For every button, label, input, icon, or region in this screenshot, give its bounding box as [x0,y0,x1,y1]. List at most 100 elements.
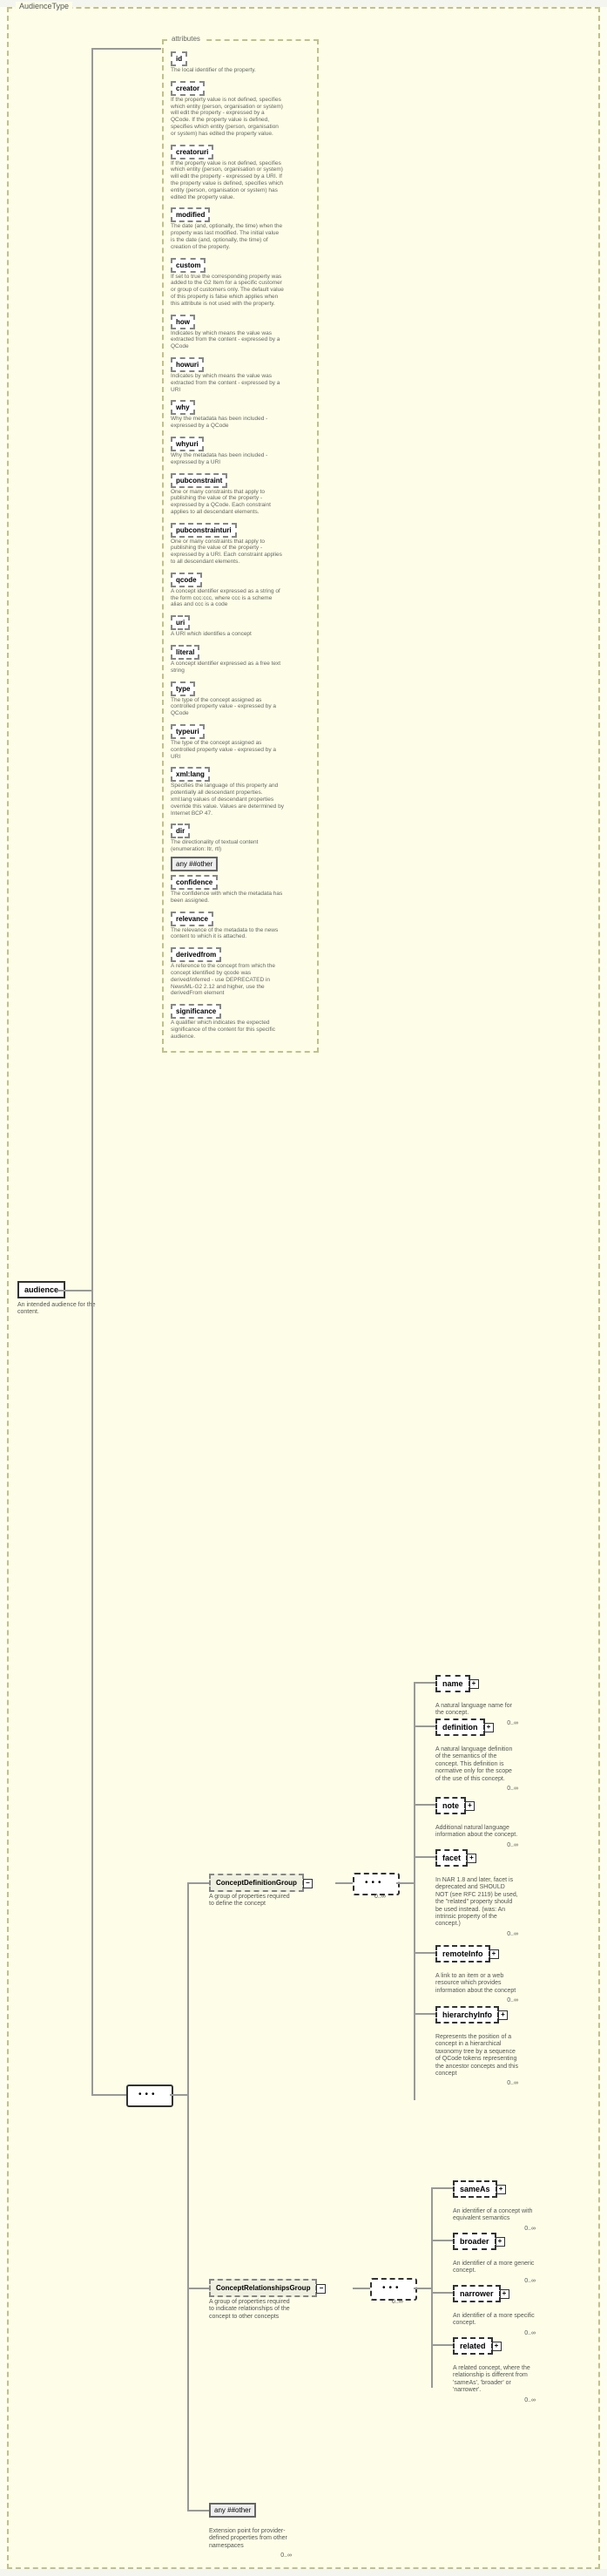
attr-howuri: howuri [171,357,204,372]
attr-desc: A URI which identifies a concept [171,631,284,638]
element-remoteInfo: remoteInfo+ [435,1945,490,1963]
plus-icon[interactable]: + [484,1723,494,1732]
attr-how: how [171,315,195,329]
plus-icon[interactable]: + [489,1949,499,1959]
sequence-indicator [353,1873,400,1895]
element-desc: Represents the position of a concept in … [435,2034,518,2078]
connector [91,48,93,2096]
attr-desc: One or many constraints that apply to pu… [171,539,284,566]
minus-icon[interactable]: − [303,1879,313,1888]
type-name: AudienceType [16,2,72,10]
plus-icon[interactable]: + [498,2010,508,2020]
attr-custom: custom [171,258,206,273]
connector [414,1856,435,1858]
child-hierarchyInfo: hierarchyInfo+0..∞Represents the positio… [435,2006,518,2078]
attr-dir: dir [171,824,190,838]
connector [353,2288,370,2289]
occurrence: 0..∞ [524,2278,536,2284]
occurrence: 0..∞ [507,1786,518,1792]
occurrence: 0..∞ [280,2552,292,2559]
attr-desc: A qualifier which indicates the expected… [171,1020,284,1040]
attr-desc: The relevance of the metadata to the new… [171,927,284,941]
child-definition: definition+0..∞A natural language defini… [435,1718,518,1783]
group-desc: A group of properties required to indica… [209,2299,292,2321]
connector [187,1882,209,1884]
concept-definition-group: ConceptDefinitionGroup− A group of prope… [209,1874,304,1908]
connector [335,1882,353,1884]
occurrence: 0..∞ [524,2397,536,2403]
connector [187,2510,209,2512]
element-facet: facet+ [435,1849,468,1867]
child-note: note+0..∞Additional natural language inf… [435,1797,518,1840]
attr-creatoruri: creatoruri [171,145,213,159]
plus-icon[interactable]: + [496,2237,505,2247]
attr-desc: The date (and, optionally, the time) whe… [171,223,284,250]
plus-icon[interactable]: + [465,1801,475,1811]
element-desc: A natural language name for the concept. [435,1703,518,1718]
any-label: any ##other [214,2506,251,2514]
minus-icon[interactable]: − [316,2284,326,2294]
plus-icon[interactable]: + [496,2185,506,2194]
child-related: related+0..∞A related concept, where the… [453,2337,536,2395]
attr-desc: One or many constraints that apply to pu… [171,489,284,516]
attr-whyuri: whyuri [171,437,204,451]
attr-confidence: confidence [171,875,218,890]
root-element: audience An intended audience for the co… [17,1281,100,1317]
attr-derivedfrom: derivedfrom [171,947,221,962]
connector [187,2288,209,2289]
occurrence: 0..∞ [524,2226,536,2232]
connector [414,1804,435,1806]
element-broader: broader+ [453,2233,496,2250]
element-desc: An identifier of a more generic concept. [453,2261,536,2275]
plus-icon[interactable]: + [469,1679,479,1689]
attr-qcode: qcode [171,573,202,587]
plus-icon[interactable]: + [467,1854,476,1863]
root-element-desc: An intended audience for the content. [17,1302,100,1317]
attr-desc: Indicates by which means the value was e… [171,373,284,393]
concept-relationships-group: ConceptRelationshipsGroup− A group of pr… [209,2279,317,2321]
attr-desc: A concept identifier expressed as a free… [171,661,284,675]
connector [414,2288,431,2289]
attr-desc: Indicates by which means the value was e… [171,330,284,350]
attr-uri: uri [171,615,190,630]
attr-why: why [171,400,195,415]
occurrence: 0..∞ [507,2080,518,2086]
attributes-box: attributes idThe local identifier of the… [162,39,319,1053]
attr-significance: significance [171,1004,221,1019]
attr-typeuri: typeuri [171,724,205,739]
element-related: related+ [453,2337,493,2355]
sequence-indicator [126,2085,173,2107]
plus-icon[interactable]: + [492,2342,502,2351]
child-name: name+0..∞A natural language name for the… [435,1675,518,1718]
connector [431,2344,453,2346]
occurrence: 0..∞ [507,1842,518,1848]
element-narrower: narrower+ [453,2285,501,2302]
child-broader: broader+0..∞An identifier of a more gene… [453,2233,536,2275]
plus-icon[interactable]: + [500,2289,509,2299]
attr-desc: The type of the concept assigned as cont… [171,697,284,717]
connector [91,48,161,50]
group-box: ConceptRelationshipsGroup− [209,2279,317,2297]
attr-desc: Why the metadata has been included - exp… [171,416,284,430]
connector [414,1725,435,1727]
element-desc: An identifier of a concept with equivale… [453,2208,536,2223]
element-desc: A link to an item or a web resource whic… [435,1973,518,1995]
group-desc: A group of properties required to define… [209,1894,292,1908]
any-other: any ##other 0..∞ Extension point for pro… [209,2503,292,2550]
attr-desc: The type of the concept assigned as cont… [171,740,284,760]
attr-desc: If the property value is not defined, sp… [171,97,284,138]
attr-modified: modified [171,207,210,222]
element-desc: An identifier of a more specific concept… [453,2313,536,2328]
connector [414,1682,435,1684]
child-facet: facet+0..∞In NAR 1.8 and later, facet is… [435,1849,518,1929]
element-note: note+ [435,1797,466,1814]
attr-type: type [171,681,195,696]
attr-xml:lang: xml:lang [171,767,210,782]
attr-relevance: relevance [171,912,213,926]
attr-desc: A reference to the concept from which th… [171,963,284,997]
child-sameAs: sameAs+0..∞An identifier of a concept wi… [453,2180,536,2223]
attr-desc: If set to true the corresponding propert… [171,274,284,308]
diagram-canvas: AudienceType audience An intended audien… [0,7,607,2569]
element-hierarchyInfo: hierarchyInfo+ [435,2006,499,2024]
element-desc: Additional natural language information … [435,1825,518,1840]
